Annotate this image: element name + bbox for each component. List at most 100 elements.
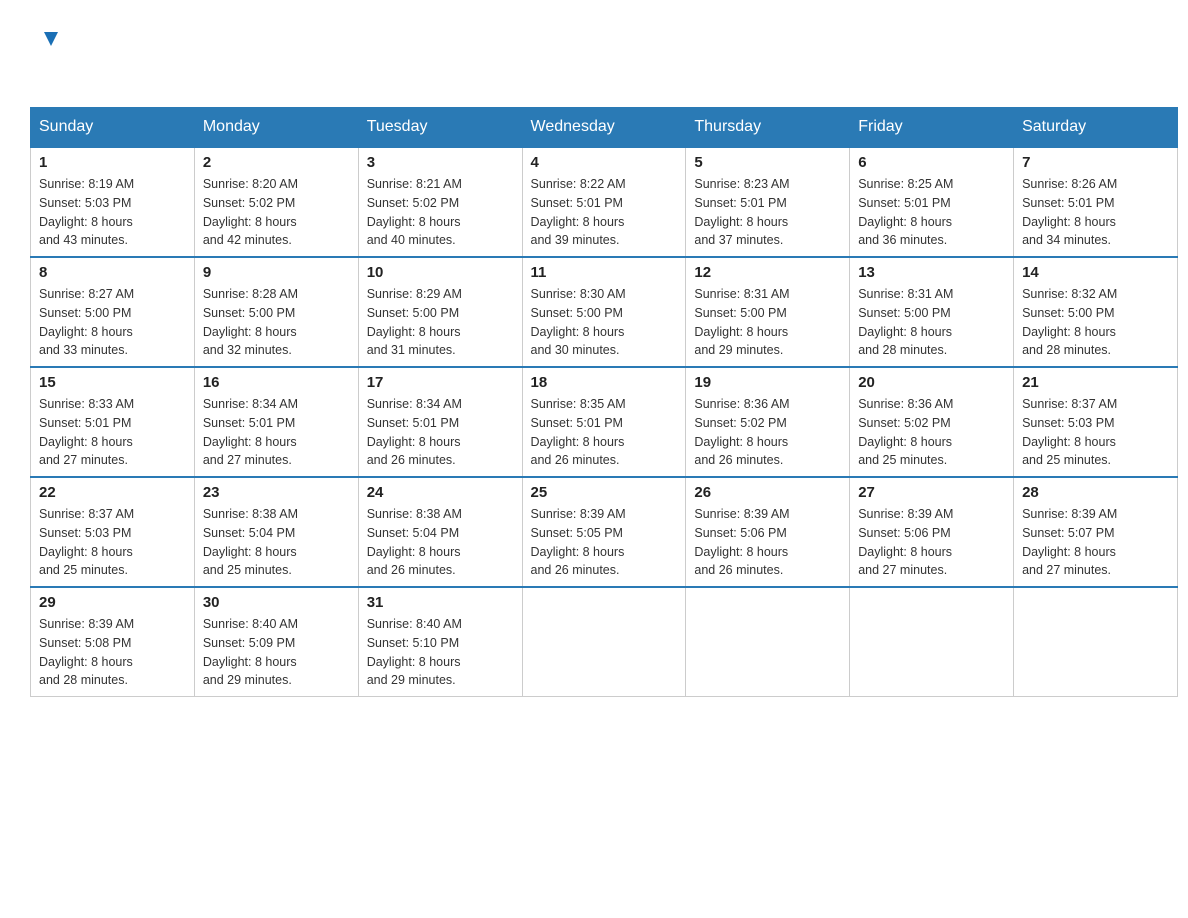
day-info: Sunrise: 8:36 AM Sunset: 5:02 PM Dayligh… bbox=[858, 395, 1005, 470]
calendar-cell: 29 Sunrise: 8:39 AM Sunset: 5:08 PM Dayl… bbox=[31, 587, 195, 697]
day-number: 7 bbox=[1022, 154, 1169, 171]
calendar-cell: 21 Sunrise: 8:37 AM Sunset: 5:03 PM Dayl… bbox=[1014, 367, 1178, 477]
day-info: Sunrise: 8:33 AM Sunset: 5:01 PM Dayligh… bbox=[39, 395, 186, 470]
calendar-cell: 16 Sunrise: 8:34 AM Sunset: 5:01 PM Dayl… bbox=[194, 367, 358, 477]
calendar-cell: 20 Sunrise: 8:36 AM Sunset: 5:02 PM Dayl… bbox=[850, 367, 1014, 477]
week-row-2: 8 Sunrise: 8:27 AM Sunset: 5:00 PM Dayli… bbox=[31, 257, 1178, 367]
calendar-cell: 12 Sunrise: 8:31 AM Sunset: 5:00 PM Dayl… bbox=[686, 257, 850, 367]
day-info: Sunrise: 8:23 AM Sunset: 5:01 PM Dayligh… bbox=[694, 175, 841, 250]
day-number: 18 bbox=[531, 374, 678, 391]
header-sunday: Sunday bbox=[31, 108, 195, 148]
header-saturday: Saturday bbox=[1014, 108, 1178, 148]
day-number: 16 bbox=[203, 374, 350, 391]
day-info: Sunrise: 8:37 AM Sunset: 5:03 PM Dayligh… bbox=[39, 505, 186, 580]
calendar-cell bbox=[850, 587, 1014, 697]
day-number: 25 bbox=[531, 484, 678, 501]
calendar-cell: 8 Sunrise: 8:27 AM Sunset: 5:00 PM Dayli… bbox=[31, 257, 195, 367]
calendar-cell: 9 Sunrise: 8:28 AM Sunset: 5:00 PM Dayli… bbox=[194, 257, 358, 367]
day-number: 6 bbox=[858, 154, 1005, 171]
calendar-cell: 24 Sunrise: 8:38 AM Sunset: 5:04 PM Dayl… bbox=[358, 477, 522, 587]
day-number: 27 bbox=[858, 484, 1005, 501]
calendar-header-row: SundayMondayTuesdayWednesdayThursdayFrid… bbox=[31, 108, 1178, 148]
calendar-cell: 25 Sunrise: 8:39 AM Sunset: 5:05 PM Dayl… bbox=[522, 477, 686, 587]
calendar-cell: 26 Sunrise: 8:39 AM Sunset: 5:06 PM Dayl… bbox=[686, 477, 850, 587]
day-info: Sunrise: 8:39 AM Sunset: 5:06 PM Dayligh… bbox=[694, 505, 841, 580]
calendar-cell: 27 Sunrise: 8:39 AM Sunset: 5:06 PM Dayl… bbox=[850, 477, 1014, 587]
day-number: 24 bbox=[367, 484, 514, 501]
day-number: 23 bbox=[203, 484, 350, 501]
day-number: 19 bbox=[694, 374, 841, 391]
day-info: Sunrise: 8:25 AM Sunset: 5:01 PM Dayligh… bbox=[858, 175, 1005, 250]
calendar-cell: 13 Sunrise: 8:31 AM Sunset: 5:00 PM Dayl… bbox=[850, 257, 1014, 367]
day-info: Sunrise: 8:37 AM Sunset: 5:03 PM Dayligh… bbox=[1022, 395, 1169, 470]
calendar-cell: 2 Sunrise: 8:20 AM Sunset: 5:02 PM Dayli… bbox=[194, 147, 358, 257]
day-info: Sunrise: 8:19 AM Sunset: 5:03 PM Dayligh… bbox=[39, 175, 186, 250]
day-info: Sunrise: 8:39 AM Sunset: 5:07 PM Dayligh… bbox=[1022, 505, 1169, 580]
calendar-cell: 4 Sunrise: 8:22 AM Sunset: 5:01 PM Dayli… bbox=[522, 147, 686, 257]
day-number: 22 bbox=[39, 484, 186, 501]
calendar-cell: 28 Sunrise: 8:39 AM Sunset: 5:07 PM Dayl… bbox=[1014, 477, 1178, 587]
day-info: Sunrise: 8:35 AM Sunset: 5:01 PM Dayligh… bbox=[531, 395, 678, 470]
calendar-cell: 15 Sunrise: 8:33 AM Sunset: 5:01 PM Dayl… bbox=[31, 367, 195, 477]
day-number: 13 bbox=[858, 264, 1005, 281]
page-header bbox=[20, 20, 1168, 97]
day-info: Sunrise: 8:30 AM Sunset: 5:00 PM Dayligh… bbox=[531, 285, 678, 360]
day-info: Sunrise: 8:38 AM Sunset: 5:04 PM Dayligh… bbox=[203, 505, 350, 580]
day-number: 17 bbox=[367, 374, 514, 391]
header-thursday: Thursday bbox=[686, 108, 850, 148]
day-info: Sunrise: 8:21 AM Sunset: 5:02 PM Dayligh… bbox=[367, 175, 514, 250]
day-info: Sunrise: 8:27 AM Sunset: 5:00 PM Dayligh… bbox=[39, 285, 186, 360]
week-row-4: 22 Sunrise: 8:37 AM Sunset: 5:03 PM Dayl… bbox=[31, 477, 1178, 587]
day-info: Sunrise: 8:39 AM Sunset: 5:06 PM Dayligh… bbox=[858, 505, 1005, 580]
day-number: 30 bbox=[203, 594, 350, 611]
calendar-table: SundayMondayTuesdayWednesdayThursdayFrid… bbox=[30, 107, 1178, 697]
calendar-cell bbox=[686, 587, 850, 697]
day-number: 29 bbox=[39, 594, 186, 611]
calendar-cell: 30 Sunrise: 8:40 AM Sunset: 5:09 PM Dayl… bbox=[194, 587, 358, 697]
logo-triangle-icon bbox=[42, 30, 60, 53]
day-info: Sunrise: 8:31 AM Sunset: 5:00 PM Dayligh… bbox=[694, 285, 841, 360]
calendar-cell bbox=[1014, 587, 1178, 697]
week-row-1: 1 Sunrise: 8:19 AM Sunset: 5:03 PM Dayli… bbox=[31, 147, 1178, 257]
day-info: Sunrise: 8:29 AM Sunset: 5:00 PM Dayligh… bbox=[367, 285, 514, 360]
day-number: 26 bbox=[694, 484, 841, 501]
calendar-cell bbox=[522, 587, 686, 697]
header-friday: Friday bbox=[850, 108, 1014, 148]
week-row-3: 15 Sunrise: 8:33 AM Sunset: 5:01 PM Dayl… bbox=[31, 367, 1178, 477]
calendar-cell: 14 Sunrise: 8:32 AM Sunset: 5:00 PM Dayl… bbox=[1014, 257, 1178, 367]
day-info: Sunrise: 8:31 AM Sunset: 5:00 PM Dayligh… bbox=[858, 285, 1005, 360]
calendar-cell: 11 Sunrise: 8:30 AM Sunset: 5:00 PM Dayl… bbox=[522, 257, 686, 367]
day-info: Sunrise: 8:40 AM Sunset: 5:09 PM Dayligh… bbox=[203, 615, 350, 690]
day-info: Sunrise: 8:40 AM Sunset: 5:10 PM Dayligh… bbox=[367, 615, 514, 690]
day-info: Sunrise: 8:36 AM Sunset: 5:02 PM Dayligh… bbox=[694, 395, 841, 470]
day-info: Sunrise: 8:39 AM Sunset: 5:05 PM Dayligh… bbox=[531, 505, 678, 580]
calendar-cell: 17 Sunrise: 8:34 AM Sunset: 5:01 PM Dayl… bbox=[358, 367, 522, 477]
calendar-cell: 22 Sunrise: 8:37 AM Sunset: 5:03 PM Dayl… bbox=[31, 477, 195, 587]
calendar-cell: 10 Sunrise: 8:29 AM Sunset: 5:00 PM Dayl… bbox=[358, 257, 522, 367]
day-info: Sunrise: 8:32 AM Sunset: 5:00 PM Dayligh… bbox=[1022, 285, 1169, 360]
day-number: 2 bbox=[203, 154, 350, 171]
day-number: 3 bbox=[367, 154, 514, 171]
day-number: 21 bbox=[1022, 374, 1169, 391]
header-tuesday: Tuesday bbox=[358, 108, 522, 148]
day-number: 14 bbox=[1022, 264, 1169, 281]
day-number: 12 bbox=[694, 264, 841, 281]
week-row-5: 29 Sunrise: 8:39 AM Sunset: 5:08 PM Dayl… bbox=[31, 587, 1178, 697]
day-info: Sunrise: 8:28 AM Sunset: 5:00 PM Dayligh… bbox=[203, 285, 350, 360]
day-info: Sunrise: 8:34 AM Sunset: 5:01 PM Dayligh… bbox=[203, 395, 350, 470]
calendar-cell: 7 Sunrise: 8:26 AM Sunset: 5:01 PM Dayli… bbox=[1014, 147, 1178, 257]
day-number: 5 bbox=[694, 154, 841, 171]
calendar-cell: 5 Sunrise: 8:23 AM Sunset: 5:01 PM Dayli… bbox=[686, 147, 850, 257]
day-info: Sunrise: 8:26 AM Sunset: 5:01 PM Dayligh… bbox=[1022, 175, 1169, 250]
day-number: 8 bbox=[39, 264, 186, 281]
calendar-cell: 6 Sunrise: 8:25 AM Sunset: 5:01 PM Dayli… bbox=[850, 147, 1014, 257]
day-number: 1 bbox=[39, 154, 186, 171]
day-info: Sunrise: 8:39 AM Sunset: 5:08 PM Dayligh… bbox=[39, 615, 186, 690]
calendar-cell: 23 Sunrise: 8:38 AM Sunset: 5:04 PM Dayl… bbox=[194, 477, 358, 587]
day-number: 31 bbox=[367, 594, 514, 611]
calendar-cell: 19 Sunrise: 8:36 AM Sunset: 5:02 PM Dayl… bbox=[686, 367, 850, 477]
calendar-cell: 1 Sunrise: 8:19 AM Sunset: 5:03 PM Dayli… bbox=[31, 147, 195, 257]
day-number: 9 bbox=[203, 264, 350, 281]
day-info: Sunrise: 8:20 AM Sunset: 5:02 PM Dayligh… bbox=[203, 175, 350, 250]
calendar-cell: 31 Sunrise: 8:40 AM Sunset: 5:10 PM Dayl… bbox=[358, 587, 522, 697]
